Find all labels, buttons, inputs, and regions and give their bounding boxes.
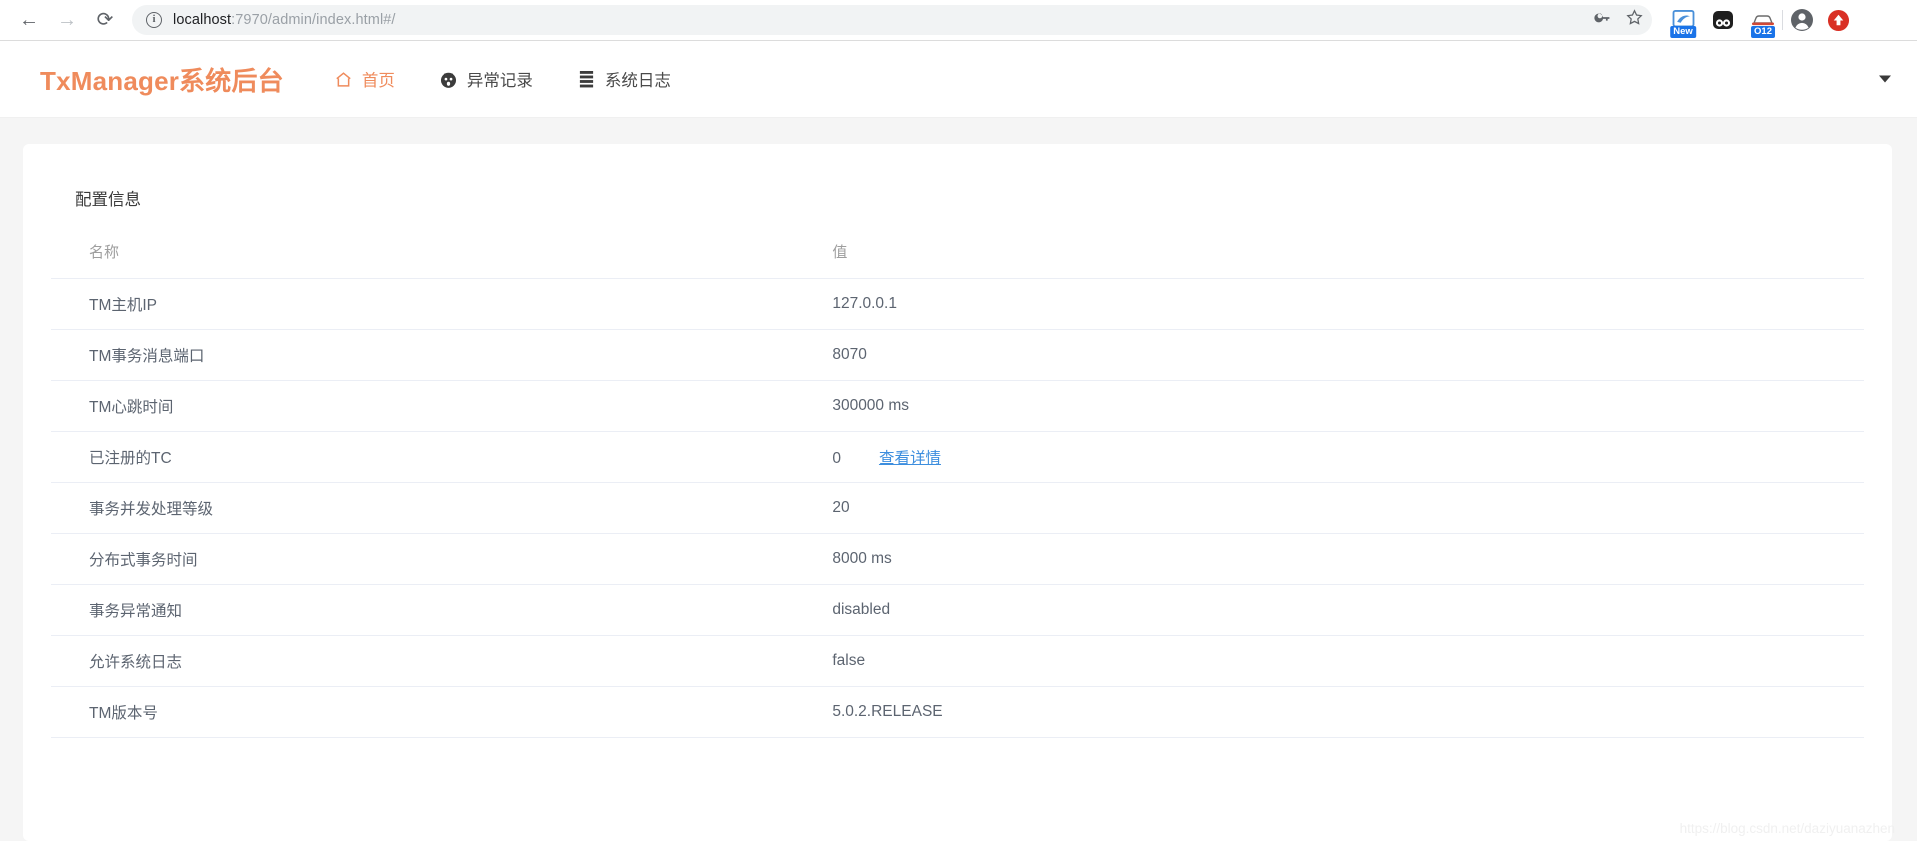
row-name: TM主机IP xyxy=(51,278,795,330)
table-header-row: 名称 值 xyxy=(51,232,1864,279)
browser-nav-buttons: ← → ⟳ xyxy=(12,3,122,37)
reload-icon[interactable]: ⟳ xyxy=(88,3,122,37)
row-name: 允许系统日志 xyxy=(51,635,795,687)
row-name: TM版本号 xyxy=(51,686,795,738)
blog-watermark: https://blog.csdn.net/daziyuanazhen xyxy=(1679,821,1895,836)
row-name: 分布式事务时间 xyxy=(51,533,795,585)
panda-extension-icon[interactable] xyxy=(1710,7,1736,33)
table-row: TM主机IP 127.0.0.1 xyxy=(51,278,1864,330)
column-header-name: 名称 xyxy=(51,232,795,279)
table-row: 事务并发处理等级 20 xyxy=(51,482,1864,534)
row-value: 300000 ms xyxy=(794,380,1864,432)
row-value-cell: 0 查看详情 xyxy=(794,431,1864,483)
extensions-area: New O12 xyxy=(1670,7,1776,38)
toolbar-divider xyxy=(1782,10,1783,30)
nav-item-system-logs[interactable]: 系统日志 xyxy=(577,67,671,91)
app-brand[interactable]: TxManager系统后台 xyxy=(40,61,284,98)
page-title: 配置信息 xyxy=(75,191,141,209)
url-path: :7970/admin/index.html#/ xyxy=(231,12,396,28)
clipper-extension-icon[interactable]: New xyxy=(1670,7,1696,38)
column-header-value: 值 xyxy=(794,232,1864,279)
row-name: 事务并发处理等级 xyxy=(51,482,795,534)
nav-item-exception-records-label: 异常记录 xyxy=(466,72,533,90)
config-table-body: TM主机IP 127.0.0.1 TM事务消息端口 8070 TM心跳时间 30… xyxy=(51,278,1864,738)
row-value: 20 xyxy=(794,482,1864,534)
row-name: TM事务消息端口 xyxy=(51,329,795,381)
view-details-link[interactable]: 查看详情 xyxy=(879,450,941,467)
nav-item-home[interactable]: 首页 xyxy=(334,67,395,91)
omnibox-actions xyxy=(1592,5,1644,35)
config-table: 名称 值 TM主机IP 127.0.0.1 TM事务消息端口 8070 TM心跳… xyxy=(51,232,1864,738)
key-icon[interactable] xyxy=(1592,8,1611,32)
row-value: 5.0.2.RELEASE xyxy=(794,686,1864,738)
star-icon[interactable] xyxy=(1625,8,1644,32)
nav-item-home-label: 首页 xyxy=(361,72,395,90)
table-row: 已注册的TC 0 查看详情 xyxy=(51,431,1864,483)
app-navbar: TxManager系统后台 首页 异常记录 系统日志 xyxy=(0,41,1917,118)
update-available-icon[interactable] xyxy=(1825,7,1851,33)
row-name: TM心跳时间 xyxy=(51,380,795,432)
config-card: 配置信息 名称 值 TM主机IP 127.0.0.1 TM事务消息端口 8070 xyxy=(23,144,1892,841)
row-value: false xyxy=(794,635,1864,687)
url-host: localhost xyxy=(173,12,232,28)
forward-arrow-icon[interactable]: → xyxy=(50,3,84,37)
opera-extension-badge: O12 xyxy=(1751,26,1775,38)
account-avatar-icon[interactable] xyxy=(1789,7,1815,33)
row-value: 127.0.0.1 xyxy=(794,278,1864,330)
back-arrow-icon[interactable]: ← xyxy=(12,3,46,37)
address-bar[interactable]: i localhost:7970/admin/index.html#/ xyxy=(132,5,1652,35)
page-body: 配置信息 名称 值 TM主机IP 127.0.0.1 TM事务消息端口 8070 xyxy=(0,118,1917,841)
nav-item-exception-records[interactable]: 异常记录 xyxy=(439,67,533,91)
chevron-down-icon[interactable] xyxy=(1879,75,1891,83)
table-row: 事务异常通知 disabled xyxy=(51,584,1864,636)
table-row: TM事务消息端口 8070 xyxy=(51,329,1864,381)
row-value: disabled xyxy=(794,584,1864,636)
table-row: 分布式事务时间 8000 ms xyxy=(51,533,1864,585)
info-circle-icon[interactable]: i xyxy=(146,12,162,28)
table-row: TM版本号 5.0.2.RELEASE xyxy=(51,686,1864,738)
nav-item-system-logs-label: 系统日志 xyxy=(604,72,671,90)
table-row: 允许系统日志 false xyxy=(51,635,1864,687)
home-icon xyxy=(334,70,353,89)
clipper-extension-badge: New xyxy=(1670,26,1696,38)
browser-toolbar: ← → ⟳ i localhost:7970/admin/index.html#… xyxy=(0,0,1917,41)
row-name: 事务异常通知 xyxy=(51,584,795,636)
primary-nav: 首页 异常记录 系统日志 xyxy=(334,67,671,91)
exception-face-icon xyxy=(439,70,458,89)
row-value: 8070 xyxy=(794,329,1864,381)
log-list-icon xyxy=(577,70,596,89)
opera-extension-icon[interactable]: O12 xyxy=(1750,7,1776,38)
row-name: 已注册的TC xyxy=(51,431,795,483)
row-value: 8000 ms xyxy=(794,533,1864,585)
url-text: localhost:7970/admin/index.html#/ xyxy=(173,12,396,28)
row-value: 0 xyxy=(832,450,841,467)
table-row: TM心跳时间 300000 ms xyxy=(51,380,1864,432)
